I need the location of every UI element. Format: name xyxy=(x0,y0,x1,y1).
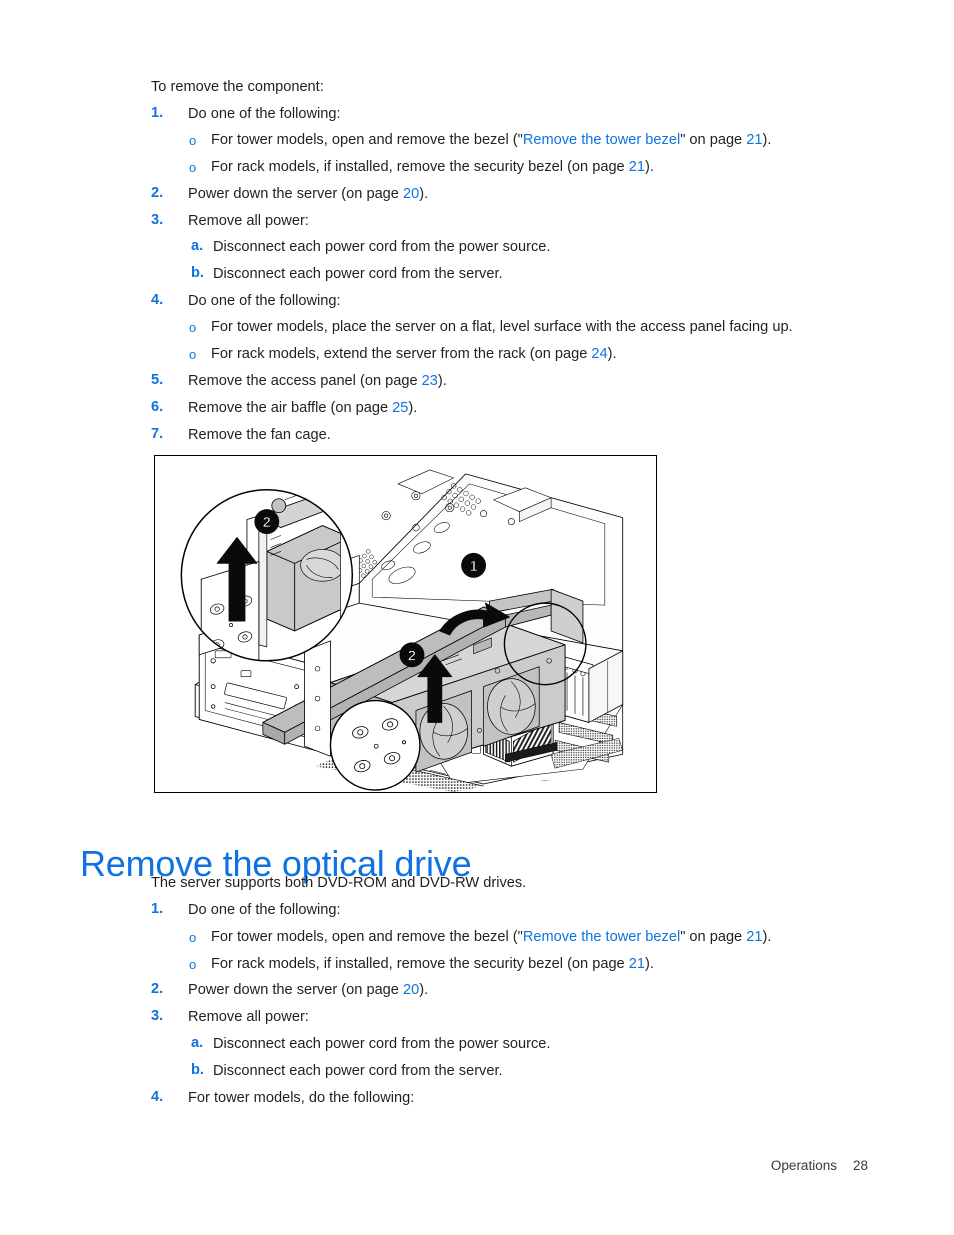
list-subitem-1a: For tower models, open and remove the be… xyxy=(211,928,771,947)
callout-badge-2-center: 2 xyxy=(399,642,425,668)
page-ref-link[interactable]: 20 xyxy=(403,186,419,202)
subitem-middle: " on page xyxy=(680,929,747,945)
item-prefix: Power down the server (on page xyxy=(188,186,403,202)
section-one-lead: To remove the component: xyxy=(151,79,324,95)
bullet-o-icon: o xyxy=(189,930,197,945)
list-marker-4: 4. xyxy=(151,1089,164,1105)
list-marker-1: 1. xyxy=(151,105,164,121)
list-subitem-3a: Disconnect each power cord from the powe… xyxy=(213,239,551,255)
subitem-prefix: For tower models, place the server on a … xyxy=(211,319,793,335)
list-item-4-text: For tower models, do the following: xyxy=(188,1090,415,1106)
subitem-middle: " on page xyxy=(680,132,747,148)
item-suffix: ). xyxy=(408,400,418,416)
cross-reference-link[interactable]: Remove the tower bezel xyxy=(523,132,680,148)
subitem-prefix: For tower models, open and remove the be… xyxy=(211,929,523,945)
page-ref-link[interactable]: 21 xyxy=(629,159,645,175)
list-item-3-text: Remove all power: xyxy=(188,213,309,229)
page-footer: Operations 28 xyxy=(0,1158,954,1173)
list-subitem-4b: For rack models, extend the server from … xyxy=(211,345,617,364)
page-ref-link[interactable]: 20 xyxy=(403,982,419,998)
list-item-2-text: Power down the server (on page 20). xyxy=(188,185,428,204)
callout-badge-2-lens: 2 xyxy=(254,509,280,535)
list-item-2-text: Power down the server (on page 20). xyxy=(188,981,428,1000)
list-item-1-text: Do one of the following: xyxy=(188,902,341,918)
list-subitem-1a: For tower models, open and remove the be… xyxy=(211,131,771,150)
list-marker-1: 1. xyxy=(151,901,164,917)
list-item-6-text: Remove the air baffle (on page 25). xyxy=(188,399,417,418)
list-subitem-4a: For tower models, place the server on a … xyxy=(211,318,793,337)
page-ref-link[interactable]: 21 xyxy=(746,132,762,148)
callout-badge-1: 1 xyxy=(461,552,487,578)
list-item-1-text: Do one of the following: xyxy=(188,106,341,122)
item-prefix: Remove the access panel (on page xyxy=(188,373,422,389)
list-subitem-3b: Disconnect each power cord from the serv… xyxy=(213,266,503,282)
subitem-prefix: For rack models, if installed, remove th… xyxy=(211,956,629,972)
list-subitem-1b: For rack models, if installed, remove th… xyxy=(211,158,654,177)
bullet-o-icon: o xyxy=(189,320,197,335)
bullet-o-icon: o xyxy=(189,957,197,972)
page-ref-link[interactable]: 21 xyxy=(629,956,645,972)
list-marker-3b: b. xyxy=(191,265,204,281)
subitem-prefix: For rack models, extend the server from … xyxy=(211,346,592,362)
page-ref-link[interactable]: 23 xyxy=(422,373,438,389)
item-suffix: ). xyxy=(419,982,429,998)
list-marker-3: 3. xyxy=(151,1008,164,1024)
subitem-suffix: ). xyxy=(644,159,654,175)
page-ref-link[interactable]: 25 xyxy=(392,400,408,416)
item-prefix: Power down the server (on page xyxy=(188,982,403,998)
bullet-o-icon: o xyxy=(189,133,197,148)
item-prefix: Remove the air baffle (on page xyxy=(188,400,393,416)
list-marker-3: 3. xyxy=(151,212,164,228)
svg-text:2: 2 xyxy=(408,648,416,664)
list-marker-2: 2. xyxy=(151,185,164,201)
list-marker-3a: a. xyxy=(191,238,204,254)
subitem-prefix: For tower models, open and remove the be… xyxy=(211,132,523,148)
server-chassis-fan-cage-illustration: 1 2 2 xyxy=(154,455,657,793)
subitem-suffix: ). xyxy=(762,929,772,945)
subitem-suffix: ). xyxy=(607,346,617,362)
list-marker-2: 2. xyxy=(151,981,164,997)
list-marker-3a: a. xyxy=(191,1035,204,1051)
page-ref-link[interactable]: 24 xyxy=(591,346,607,362)
footer-page-number: 28 xyxy=(852,1158,868,1173)
page-ref-link[interactable]: 21 xyxy=(746,929,762,945)
list-marker-6: 6. xyxy=(151,399,164,415)
list-marker-7: 7. xyxy=(151,426,164,442)
bullet-o-icon: o xyxy=(189,160,197,175)
svg-text:1: 1 xyxy=(469,559,477,575)
list-subitem-3b: Disconnect each power cord from the serv… xyxy=(213,1063,503,1079)
subitem-suffix: ). xyxy=(644,956,654,972)
footer-section-label: Operations xyxy=(770,1158,837,1173)
svg-text:2: 2 xyxy=(263,515,271,531)
list-item-7-text: Remove the fan cage. xyxy=(188,427,331,443)
item-suffix: ). xyxy=(437,373,447,389)
section-two-lead: The server supports both DVD-ROM and DVD… xyxy=(151,875,527,891)
item-suffix: ). xyxy=(419,186,429,202)
list-subitem-1b: For rack models, if installed, remove th… xyxy=(211,955,654,974)
subitem-prefix: For rack models, if installed, remove th… xyxy=(211,159,629,175)
list-item-3-text: Remove all power: xyxy=(188,1009,309,1025)
subitem-suffix: ). xyxy=(762,132,772,148)
document-page: To remove the component: 1. Do one of th… xyxy=(0,0,954,1235)
cross-reference-link[interactable]: Remove the tower bezel xyxy=(523,929,680,945)
list-marker-5: 5. xyxy=(151,372,164,388)
list-marker-4: 4. xyxy=(151,292,164,308)
list-item-5-text: Remove the access panel (on page 23). xyxy=(188,372,447,391)
list-subitem-3a: Disconnect each power cord from the powe… xyxy=(213,1036,551,1052)
list-marker-3b: b. xyxy=(191,1062,204,1078)
bullet-o-icon: o xyxy=(189,347,197,362)
list-item-4-text: Do one of the following: xyxy=(188,293,341,309)
